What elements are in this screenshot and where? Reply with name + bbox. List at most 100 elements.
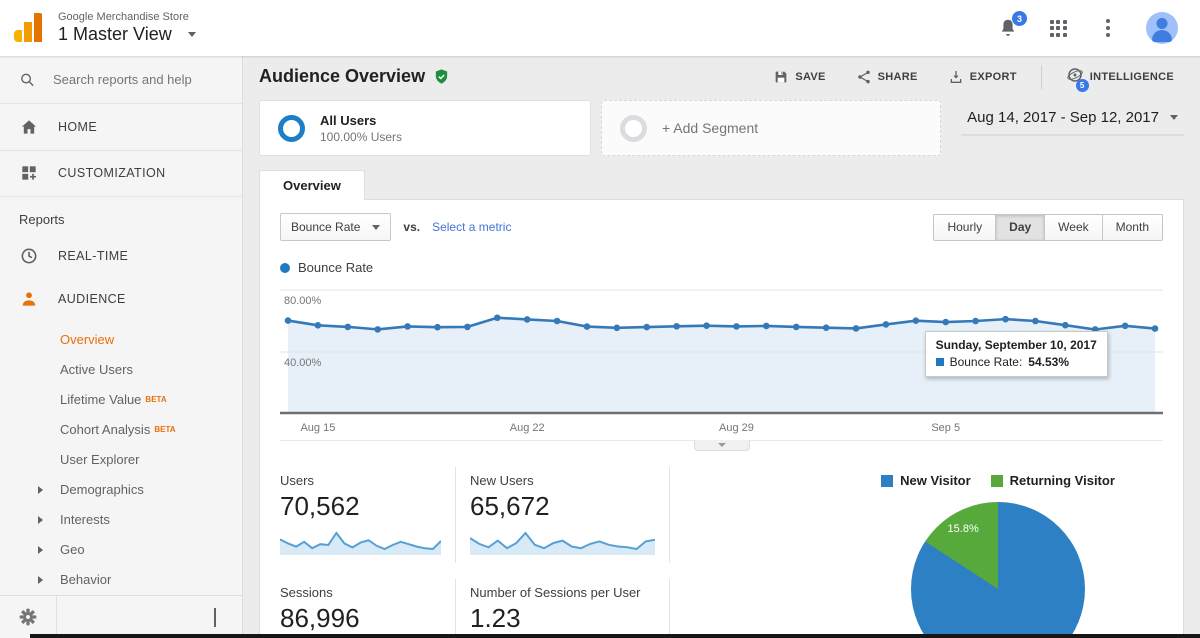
data-point[interactable]	[374, 326, 381, 333]
subnav-item-behavior[interactable]: Behavior	[0, 565, 242, 595]
sidebar-item-label: CUSTOMIZATION	[58, 166, 166, 180]
share-button[interactable]: SHARE	[846, 65, 928, 89]
data-point[interactable]	[643, 324, 650, 331]
subnav-item-lifetime-value[interactable]: Lifetime ValueBETA	[0, 385, 242, 415]
subnav-item-interests[interactable]: Interests	[0, 505, 242, 535]
subnav-item-user-explorer[interactable]: User Explorer	[0, 445, 242, 475]
data-point[interactable]	[1122, 323, 1129, 330]
data-point[interactable]	[404, 323, 411, 330]
metric-card-sessions-per-user[interactable]: Number of Sessions per User 1.23	[470, 579, 670, 638]
tooltip-date: Sunday, September 10, 2017	[936, 338, 1097, 352]
add-segment-button[interactable]: + Add Segment	[601, 100, 941, 156]
data-point[interactable]	[853, 325, 860, 332]
top-header: Google Merchandise Store 1 Master View 3	[0, 0, 1200, 56]
data-point[interactable]	[614, 325, 621, 332]
metric-card-users[interactable]: Users 70,562	[280, 467, 456, 563]
chevron-down-icon	[718, 443, 726, 447]
segment-ring-icon	[620, 115, 647, 142]
data-point[interactable]	[524, 316, 531, 323]
segment-row: All Users 100.00% Users + Add Segment Au…	[243, 97, 1200, 168]
metric-selector-dropdown[interactable]: Bounce Rate	[280, 213, 391, 241]
bounce-rate-chart[interactable]: 80.00%40.00% Sunday, September 10, 2017 …	[280, 285, 1163, 417]
date-range-picker[interactable]: Aug 14, 2017 - Sep 12, 2017	[961, 100, 1184, 136]
clock-icon	[19, 246, 39, 266]
data-point[interactable]	[793, 324, 800, 331]
subnav-item-geo[interactable]: Geo	[0, 535, 242, 565]
subnav-label: Cohort Analysis	[60, 422, 150, 437]
data-point[interactable]	[464, 324, 471, 331]
granularity-hourly-button[interactable]: Hourly	[933, 214, 996, 241]
search-box[interactable]	[0, 56, 242, 104]
granularity-week-button[interactable]: Week	[1044, 214, 1102, 241]
data-point[interactable]	[315, 322, 322, 329]
data-point[interactable]	[942, 319, 949, 326]
data-point[interactable]	[285, 317, 292, 324]
collapse-sidebar-button[interactable]	[214, 608, 242, 626]
sidebar-item-audience[interactable]: AUDIENCE	[0, 277, 242, 320]
pie-slice-label: 15.8%	[948, 523, 979, 535]
view-selector[interactable]: 1 Master View	[58, 24, 196, 45]
sidebar-item-realtime[interactable]: REAL-TIME	[0, 234, 242, 277]
metric-value: 86,996	[280, 603, 441, 634]
expand-arrow-icon	[38, 486, 43, 494]
metric-card-sessions[interactable]: Sessions 86,996	[280, 579, 456, 638]
tab-overview[interactable]: Overview	[259, 170, 365, 200]
sidebar-item-label: AUDIENCE	[58, 292, 126, 306]
granularity-day-button[interactable]: Day	[995, 214, 1045, 241]
notifications-button[interactable]: 3	[996, 16, 1020, 40]
data-point[interactable]	[1032, 318, 1039, 325]
sidebar-item-customization[interactable]: CUSTOMIZATION	[0, 151, 242, 197]
subnav-label: Active Users	[60, 362, 133, 377]
svg-text:80.00%: 80.00%	[284, 295, 322, 307]
visitor-type-pie[interactable]: 15.8% 84.2%	[911, 502, 1085, 638]
select-metric-link[interactable]: Select a metric	[432, 220, 511, 234]
data-point[interactable]	[972, 318, 979, 325]
chevron-down-icon	[188, 32, 196, 37]
expand-arrow-icon	[38, 576, 43, 584]
x-axis-label: Aug 22	[510, 422, 545, 434]
download-icon	[948, 69, 964, 85]
add-segment-label: + Add Segment	[662, 120, 758, 136]
data-point[interactable]	[434, 324, 441, 331]
more-options-button[interactable]	[1096, 16, 1120, 40]
admin-settings-button[interactable]	[0, 596, 57, 638]
data-point[interactable]	[554, 318, 561, 325]
data-point[interactable]	[1002, 316, 1009, 323]
data-point[interactable]	[883, 321, 890, 328]
search-input[interactable]	[53, 72, 223, 87]
data-point[interactable]	[1062, 322, 1069, 329]
data-point[interactable]	[703, 322, 710, 329]
subnav-item-cohort-analysis[interactable]: Cohort AnalysisBETA	[0, 415, 242, 445]
collapse-chart-handle[interactable]	[694, 440, 750, 451]
export-button[interactable]: EXPORT	[938, 65, 1027, 89]
metric-value: 1.23	[470, 603, 655, 634]
chevron-left-icon	[214, 608, 216, 627]
chart-controls: Bounce Rate vs. Select a metric Hourly D…	[260, 200, 1183, 251]
overview-panel: Bounce Rate vs. Select a metric Hourly D…	[259, 199, 1184, 638]
data-point[interactable]	[823, 324, 830, 331]
data-point[interactable]	[344, 324, 351, 331]
metric-card-new-users[interactable]: New Users 65,672	[470, 467, 670, 563]
sidebar: HOME CUSTOMIZATION Reports REAL-TIME AUD…	[0, 56, 243, 638]
chevron-down-icon	[1170, 115, 1178, 120]
intelligence-button[interactable]: 5 INTELLIGENCE	[1056, 62, 1184, 91]
expand-arrow-icon	[38, 546, 43, 554]
sidebar-item-home[interactable]: HOME	[0, 104, 242, 150]
subnav-item-demographics[interactable]: Demographics	[0, 475, 242, 505]
save-button[interactable]: SAVE	[763, 65, 835, 89]
granularity-month-button[interactable]: Month	[1102, 214, 1163, 241]
data-point[interactable]	[584, 323, 591, 330]
data-point[interactable]	[494, 314, 501, 321]
data-point[interactable]	[673, 323, 680, 330]
subnav-item-overview[interactable]: Overview	[0, 325, 242, 355]
segment-all-users[interactable]: All Users 100.00% Users	[259, 100, 591, 156]
data-point[interactable]	[913, 317, 920, 324]
subnav-item-active-users[interactable]: Active Users	[0, 355, 242, 385]
data-point[interactable]	[763, 323, 770, 330]
svg-text:40.00%: 40.00%	[284, 357, 322, 369]
data-point[interactable]	[1152, 325, 1159, 332]
user-avatar[interactable]	[1146, 12, 1178, 44]
metric-value: 65,672	[470, 491, 655, 522]
data-point[interactable]	[733, 323, 740, 330]
google-apps-button[interactable]	[1046, 16, 1070, 40]
